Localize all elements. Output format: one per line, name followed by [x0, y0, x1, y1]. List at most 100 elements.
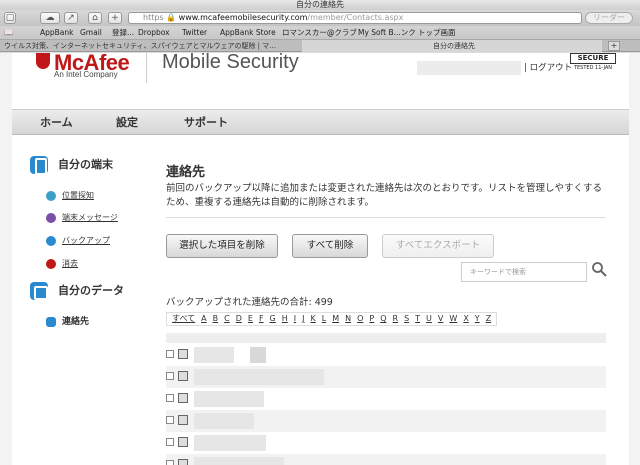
- alpha-filter-item[interactable]: S: [401, 313, 412, 325]
- alpha-filter-item[interactable]: H: [279, 313, 291, 325]
- sidebar-item-backup[interactable]: バックアップ: [46, 235, 110, 246]
- table-row[interactable]: [166, 366, 606, 388]
- alpha-filter-item[interactable]: X: [460, 313, 471, 325]
- nav-support[interactable]: サポート: [184, 110, 228, 136]
- bookmark-item[interactable]: AppBank: [40, 26, 74, 40]
- row-checkbox[interactable]: [166, 394, 174, 402]
- content-area: McAfee An Intel Company Mobile Security …: [12, 50, 629, 465]
- alpha-filter-item[interactable]: J: [299, 313, 307, 325]
- delete-all-button[interactable]: すべて削除: [292, 234, 368, 258]
- reader-button[interactable]: リーダー: [585, 12, 633, 24]
- alpha-filter-item[interactable]: U: [423, 313, 435, 325]
- alpha-filter-item[interactable]: W: [446, 313, 460, 325]
- phone-icon: [30, 156, 48, 175]
- bookmark-item[interactable]: Dropbox: [138, 26, 170, 40]
- bookmark-item[interactable]: Twitter: [182, 26, 207, 40]
- sidebar-item-contacts[interactable]: 連絡先: [46, 314, 89, 327]
- bookmark-item[interactable]: AppBank Store: [220, 26, 276, 40]
- sidebar-item-label: 連絡先: [62, 317, 90, 327]
- url-host: www.mcafeemobilesecurity.com: [178, 13, 308, 22]
- tab-contacts[interactable]: 自分の連絡先: [302, 40, 602, 52]
- alpha-filter-all[interactable]: すべて: [169, 313, 198, 325]
- search-input[interactable]: キーワードで検索: [461, 262, 587, 282]
- table-row[interactable]: [166, 432, 606, 454]
- alpha-filter-item[interactable]: Q: [377, 313, 389, 325]
- sidebar-icon[interactable]: ▢: [4, 12, 16, 24]
- row-checkbox[interactable]: [166, 438, 174, 446]
- new-tab-button[interactable]: +: [608, 41, 620, 51]
- export-all-button[interactable]: すべてエクスポート: [382, 234, 494, 258]
- alpha-filter-item[interactable]: K: [307, 313, 318, 325]
- alpha-filter-item[interactable]: L: [319, 313, 329, 325]
- main-nav: ホーム 設定 サポート: [12, 109, 629, 135]
- backup-arrow-icon: [46, 235, 56, 246]
- sidebar-item-message[interactable]: 端末メッセージ: [46, 212, 118, 223]
- alpha-filter-item[interactable]: M: [329, 313, 342, 325]
- table-row[interactable]: [166, 344, 606, 366]
- lock-icon: 🔒: [166, 13, 179, 22]
- row-checkbox[interactable]: [166, 372, 174, 380]
- alpha-filter-item[interactable]: D: [233, 313, 245, 325]
- alpha-filter-item[interactable]: F: [256, 313, 267, 325]
- alphabet-filter: すべて A B C D E F G H I J K L M N O P Q R S T U V W X Y Z: [166, 312, 498, 326]
- alpha-filter-item[interactable]: Y: [472, 313, 483, 325]
- bookmark-item[interactable]: 登録...: [112, 26, 134, 40]
- window-title: 自分の連絡先: [0, 0, 640, 10]
- alpha-filter-item[interactable]: E: [245, 313, 256, 325]
- vcard-icon: [178, 371, 188, 381]
- delete-selected-button[interactable]: 選択した項目を削除: [166, 234, 278, 258]
- row-checkbox[interactable]: [166, 416, 174, 424]
- address-bar[interactable]: https 🔒 www.mcafeemobilesecurity.com/mem…: [128, 12, 582, 24]
- mcafee-shield-icon: [36, 53, 50, 69]
- alpha-filter-item[interactable]: C: [221, 313, 233, 325]
- bookmark-item[interactable]: My Soft B...ンク: [358, 26, 416, 40]
- home-icon[interactable]: ⌂: [88, 12, 102, 24]
- contact-name-redacted: [194, 413, 254, 429]
- sidebar-section-device: 自分の端末: [30, 156, 113, 175]
- table-row[interactable]: [166, 388, 606, 410]
- logout-link[interactable]: | ログアウト: [524, 61, 572, 73]
- nav-home[interactable]: ホーム: [40, 110, 73, 136]
- browser-toolbar: ▢ ☁ ↗ ⌂ + https 🔒 www.mcafeemobilesecuri…: [0, 10, 640, 26]
- alpha-filter-item[interactable]: R: [390, 313, 402, 325]
- secure-badge[interactable]: SECURE TESTED 11-JAN: [570, 53, 616, 75]
- alpha-filter-item[interactable]: P: [366, 313, 377, 325]
- alpha-filter-item[interactable]: Z: [483, 313, 494, 325]
- bookmark-item[interactable]: Gmail: [80, 26, 102, 40]
- url-scheme: https: [143, 13, 164, 22]
- logo-divider: [146, 53, 147, 83]
- alpha-filter-item[interactable]: N: [342, 313, 354, 325]
- sidebar-section-data: 自分のデータ: [30, 282, 124, 300]
- cloud-icon[interactable]: ☁: [40, 12, 60, 24]
- brand-sub: An Intel Company: [54, 70, 118, 79]
- alpha-filter-item[interactable]: B: [210, 313, 222, 325]
- search-icon[interactable]: [591, 261, 607, 277]
- sidebar-section-data-label: 自分のデータ: [58, 284, 124, 297]
- share-icon[interactable]: ↗: [64, 12, 78, 24]
- bookmarks-book-icon[interactable]: 📖: [4, 26, 13, 40]
- alpha-filter-item[interactable]: T: [412, 313, 423, 325]
- contact-name-redacted: [194, 391, 264, 407]
- add-icon[interactable]: +: [108, 12, 122, 24]
- alpha-filter-item[interactable]: A: [198, 313, 209, 325]
- table-row[interactable]: [166, 454, 606, 465]
- vcard-icon: [178, 349, 188, 359]
- row-checkbox[interactable]: [166, 350, 174, 358]
- wipe-icon: [46, 258, 56, 269]
- sidebar-item-wipe[interactable]: 消去: [46, 258, 78, 269]
- alpha-filter-item[interactable]: V: [435, 313, 446, 325]
- sidebar-item-locate[interactable]: 位置探知: [46, 190, 94, 201]
- location-pin-icon: [46, 190, 56, 201]
- row-checkbox[interactable]: [166, 460, 174, 465]
- nav-settings[interactable]: 設定: [116, 110, 138, 136]
- alpha-filter-item[interactable]: I: [291, 313, 299, 325]
- sidebar-item-label: バックアップ: [62, 236, 110, 245]
- sidebar-section-device-label: 自分の端末: [58, 158, 113, 171]
- table-row[interactable]: [166, 410, 606, 432]
- bookmark-item[interactable]: ロマンスカー@クラブ: [282, 26, 357, 40]
- secure-badge-label: SECURE: [570, 53, 616, 64]
- contacts-count: バックアップされた連絡先の合計: 499: [166, 297, 333, 308]
- alpha-filter-item[interactable]: O: [354, 313, 366, 325]
- bookmark-item[interactable]: トップ画面: [418, 26, 456, 40]
- alpha-filter-item[interactable]: G: [267, 313, 279, 325]
